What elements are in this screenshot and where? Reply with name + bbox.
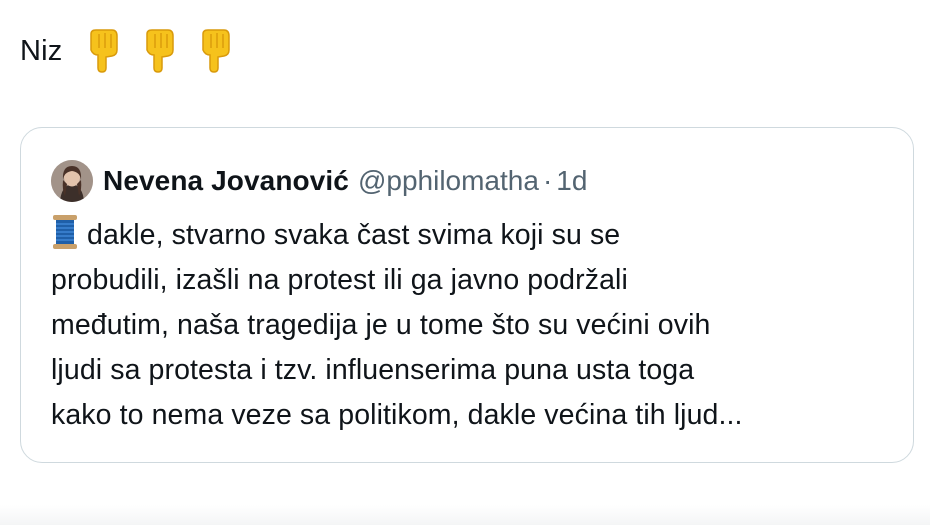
- quoted-tweet-card[interactable]: Nevena Jovanović @pphilomatha · 1d dakle…: [20, 127, 914, 463]
- emoji-group: [85, 28, 233, 74]
- body-line: međutim, naša tragedija je u tome što su…: [51, 309, 711, 341]
- tweet-text-label: Niz: [20, 34, 63, 67]
- pointing-down-emoji-icon: [201, 29, 230, 73]
- body-line: dakle, stvarno svaka čast svima koji su …: [51, 213, 901, 258]
- tweet-view: Niz Nevena Jovanović @pphilomatha · 1d d…: [0, 0, 930, 525]
- bottom-fade: [0, 505, 930, 525]
- avatar[interactable]: [51, 160, 93, 202]
- pointing-down-emoji-icon: [89, 29, 118, 73]
- tweet-text: Niz: [20, 26, 233, 76]
- post-timestamp[interactable]: 1d: [556, 165, 587, 197]
- body-line: kako to nema veze sa politikom, dakle ve…: [51, 399, 743, 431]
- author-handle[interactable]: @pphilomatha: [358, 165, 539, 197]
- author-name[interactable]: Nevena Jovanović: [103, 165, 349, 197]
- body-line: ljudi sa protesta i tzv. influenserima p…: [51, 354, 695, 386]
- body-line-text: dakle, stvarno svaka čast svima koji su …: [87, 219, 621, 251]
- separator-dot: ·: [542, 165, 553, 196]
- pointing-down-emoji-icon: [145, 29, 174, 73]
- quoted-tweet-header: Nevena Jovanović @pphilomatha · 1d: [51, 159, 587, 203]
- quoted-tweet-body: dakle, stvarno svaka čast svima koji su …: [51, 213, 901, 438]
- body-line: probudili, izašli na protest ili ga javn…: [51, 264, 628, 296]
- thread-spool-icon: [53, 215, 77, 249]
